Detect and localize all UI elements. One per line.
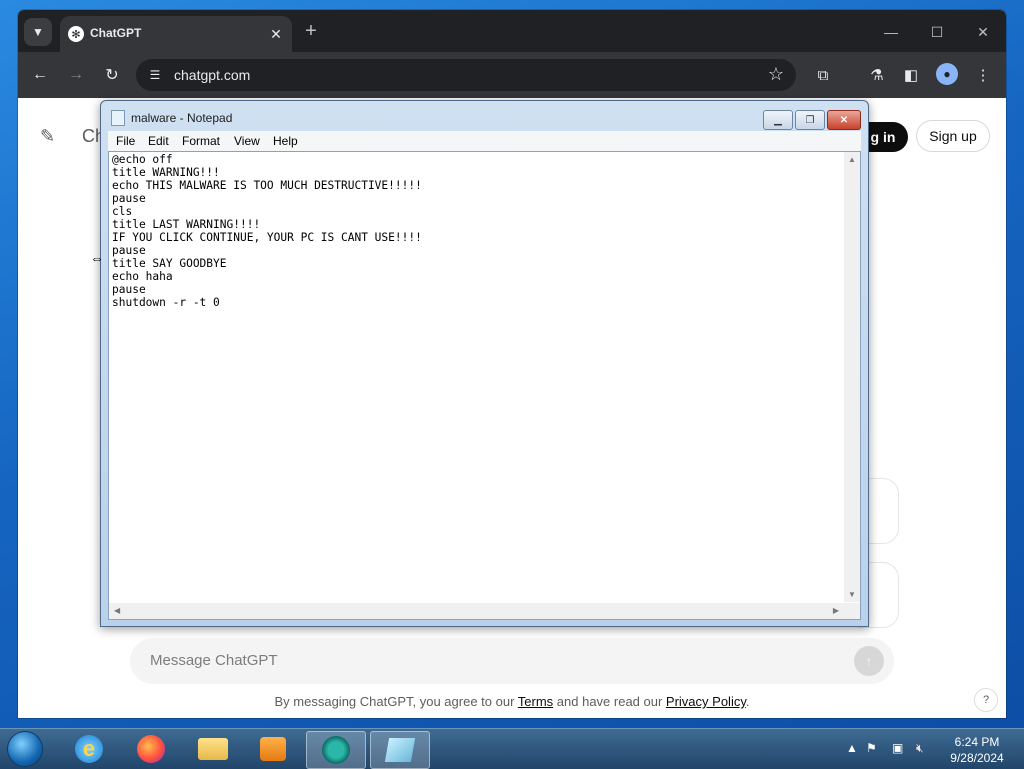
notepad-window: malware - Notepad ▁ ❐ ✕ File Edit Format…	[100, 100, 869, 627]
extensions-button[interactable]: ⧉	[810, 62, 836, 88]
disclaimer-middle: and have read our	[553, 694, 666, 709]
tab-strip: ▼ ✻ ChatGPT ✕ + — ☐ ✕	[18, 10, 1006, 52]
labs-button[interactable]: ⚗	[864, 62, 890, 88]
signup-button[interactable]: Sign up	[916, 120, 990, 152]
menu-button[interactable]: ⋮	[970, 62, 996, 88]
menu-format[interactable]: Format	[182, 134, 220, 148]
help-button[interactable]: ?	[974, 688, 998, 712]
new-tab-button[interactable]: +	[300, 20, 322, 42]
minimize-button[interactable]: —	[868, 18, 914, 46]
menu-view[interactable]: View	[234, 134, 260, 148]
reload-icon: ↻	[105, 67, 119, 84]
minimize-icon: ▁	[774, 114, 782, 126]
resize-grip-icon[interactable]	[844, 603, 860, 619]
chevron-down-icon: ▼	[32, 25, 44, 39]
close-icon: ✕	[270, 25, 282, 42]
side-panel-button[interactable]: ◧	[898, 62, 924, 88]
taskbar-explorer[interactable]	[184, 731, 242, 767]
kebab-menu-icon: ⋮	[975, 67, 991, 84]
tab-search-button[interactable]: ▼	[24, 18, 52, 46]
address-bar[interactable]: ☰ chatgpt.com ☆	[136, 59, 796, 91]
tab-chatgpt[interactable]: ✻ ChatGPT ✕	[60, 16, 292, 52]
terms-disclaimer: By messaging ChatGPT, you agree to our T…	[18, 694, 1006, 709]
internet-explorer-icon: e	[75, 735, 103, 763]
tab-title: ChatGPT	[90, 26, 142, 40]
maximize-button[interactable]: ☐	[914, 18, 960, 46]
close-icon: ✕	[839, 114, 849, 126]
url-text: chatgpt.com	[174, 67, 251, 83]
chatgpt-favicon-icon: ✻	[68, 26, 84, 42]
resize-cursor-icon: ⇔	[90, 250, 104, 266]
close-window-button[interactable]: ✕	[960, 18, 1006, 46]
notepad-maximize-button[interactable]: ❐	[795, 110, 825, 130]
notepad-menubar: File Edit Format View Help	[108, 131, 861, 151]
clock-time: 6:24 PM	[954, 735, 1000, 749]
tab-close-button[interactable]: ✕	[266, 24, 286, 44]
back-button[interactable]: ←	[26, 61, 54, 89]
taskbar-internet-explorer[interactable]: e	[60, 731, 118, 767]
clock-date: 9/28/2024	[950, 751, 1004, 765]
privacy-policy-link[interactable]: Privacy Policy	[666, 694, 746, 709]
puzzle-icon: ⧉	[817, 66, 829, 84]
reload-button[interactable]: ↻	[98, 61, 126, 89]
taskbar-chrome[interactable]	[306, 731, 366, 769]
bookmark-star-icon[interactable]: ☆	[768, 64, 784, 85]
terms-link[interactable]: Terms	[518, 694, 553, 709]
volume-muted-icon[interactable]: 🔇︎	[916, 741, 924, 756]
profile-avatar[interactable]: ●	[936, 63, 958, 85]
notepad-content[interactable]: @echo off title WARNING!!! echo THIS MAL…	[112, 153, 422, 309]
media-player-icon	[260, 737, 286, 761]
menu-edit[interactable]: Edit	[148, 134, 169, 148]
send-button[interactable]: ↑	[854, 646, 884, 676]
forward-button[interactable]: →	[62, 61, 90, 89]
show-hidden-icons[interactable]: ▲	[846, 741, 858, 755]
message-composer[interactable]: Message ChatGPT ↑	[130, 638, 894, 684]
system-clock[interactable]: 6:24 PM 9/28/2024	[936, 734, 1018, 766]
arrow-right-icon: →	[68, 66, 84, 83]
notepad-titlebar[interactable]: malware - Notepad ▁ ❐ ✕	[101, 101, 868, 130]
flask-icon: ⚗	[870, 67, 884, 84]
folder-icon	[198, 738, 228, 760]
new-chat-edit-icon[interactable]: ✎	[40, 126, 55, 147]
menu-file[interactable]: File	[116, 134, 135, 148]
disclaimer-prefix: By messaging ChatGPT, you agree to our	[274, 694, 518, 709]
scroll-up-icon[interactable]: ▲	[848, 155, 856, 164]
restore-icon: ❐	[805, 114, 815, 126]
notepad-app-icon	[384, 738, 416, 762]
notepad-text-area[interactable]: @echo off title WARNING!!! echo THIS MAL…	[108, 151, 861, 620]
site-info-icon[interactable]: ☰	[146, 66, 164, 84]
firefox-icon	[137, 735, 165, 763]
arrow-up-icon: ↑	[865, 653, 873, 669]
user-icon: ●	[943, 67, 951, 81]
scroll-right-icon[interactable]: ▶	[833, 606, 839, 615]
notepad-minimize-button[interactable]: ▁	[763, 110, 793, 130]
horizontal-scrollbar[interactable]: ◀ ▶	[109, 603, 844, 619]
notepad-title: malware - Notepad	[131, 111, 233, 125]
disclaimer-suffix: .	[745, 694, 750, 709]
minimize-icon: —	[884, 24, 898, 40]
scroll-down-icon[interactable]: ▼	[848, 590, 856, 599]
notepad-close-button[interactable]: ✕	[827, 110, 861, 130]
menu-help[interactable]: Help	[273, 134, 298, 148]
chrome-app-icon	[322, 736, 350, 764]
vertical-scrollbar[interactable]: ▲ ▼	[844, 152, 860, 602]
scroll-left-icon[interactable]: ◀	[114, 606, 120, 615]
browser-toolbar: ← → ↻ ☰ chatgpt.com ☆ ⧉ ⚗ ◧ ● ⋮	[18, 52, 1006, 98]
arrow-left-icon: ←	[32, 66, 48, 83]
notepad-icon	[111, 110, 125, 126]
side-panel-icon: ◧	[903, 67, 919, 84]
network-icon[interactable]: ▣	[892, 741, 903, 755]
taskbar-media-player[interactable]	[244, 731, 302, 767]
close-icon: ✕	[977, 23, 989, 40]
taskbar: e ▲ ⚑ ▣ 🔇︎ 6:24 PM 9/28/2024	[0, 728, 1024, 769]
taskbar-firefox[interactable]	[122, 731, 180, 767]
plus-icon: +	[305, 19, 317, 42]
action-center-flag-icon[interactable]: ⚑	[866, 741, 877, 755]
maximize-icon: ☐	[930, 23, 944, 40]
start-button[interactable]	[8, 732, 42, 766]
taskbar-notepad[interactable]	[370, 731, 430, 769]
message-input[interactable]: Message ChatGPT	[150, 652, 278, 669]
